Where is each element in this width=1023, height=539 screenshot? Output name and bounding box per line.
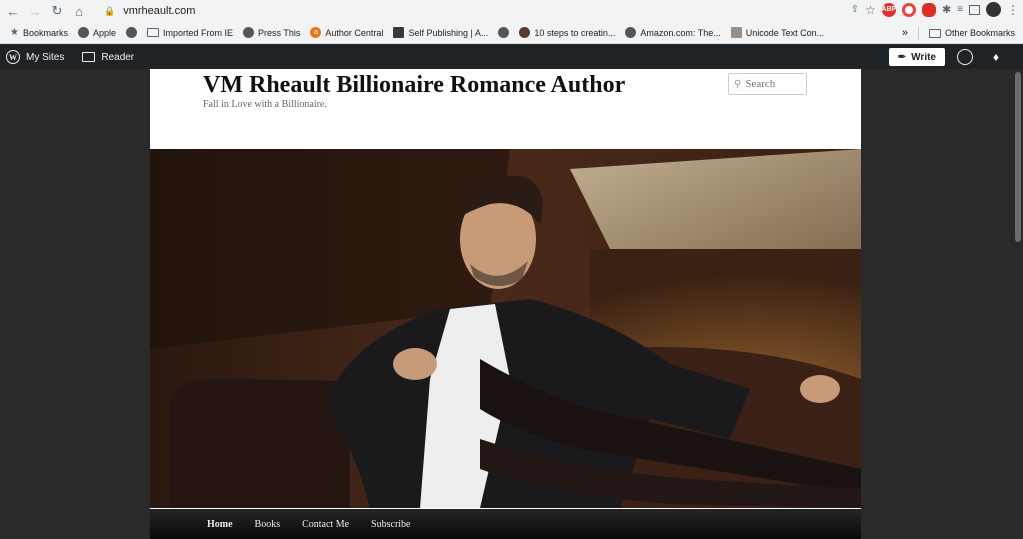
- self-publishing-icon: [393, 27, 405, 38]
- bookmark-imported-from-ie[interactable]: Imported From IE: [147, 28, 233, 38]
- globe-icon: [625, 27, 637, 38]
- bookmark-author-central[interactable]: a Author Central: [310, 27, 383, 38]
- share-icon[interactable]: ⇧: [851, 4, 859, 15]
- bookmarks-bar: ★ Bookmarks Apple Imported From IE Press …: [0, 22, 1023, 44]
- divider: [917, 26, 919, 40]
- puzzle-icon[interactable]: ✱: [942, 3, 951, 16]
- feather-icon: ✒: [897, 51, 907, 63]
- back-arrow-icon[interactable]: ←: [2, 0, 24, 22]
- folder-icon: [928, 28, 941, 38]
- reader-button[interactable]: Reader: [82, 52, 134, 63]
- globe-icon: [126, 27, 138, 38]
- search-box[interactable]: ⚲: [728, 73, 807, 95]
- extension-shield-icon[interactable]: [921, 2, 936, 17]
- my-sites-button[interactable]: W My Sites: [6, 50, 64, 64]
- bookmark-unicode[interactable]: Unicode Text Con...: [730, 27, 824, 38]
- steps-icon: [519, 27, 531, 38]
- profile-avatar[interactable]: [986, 2, 1001, 17]
- header-photo: [150, 149, 861, 508]
- bookmark-bookmarks[interactable]: ★ Bookmarks: [10, 27, 68, 38]
- bookmark-globe-2[interactable]: [498, 27, 510, 38]
- bookmark-10-steps[interactable]: 10 steps to creatin...: [519, 27, 615, 38]
- nav-home[interactable]: Home: [207, 519, 233, 530]
- folder-icon: [147, 28, 160, 37]
- bookmarks-right: » Other Bookmarks: [902, 22, 1015, 44]
- site-title[interactable]: VM Rheault Billionaire Romance Author: [203, 72, 625, 99]
- notifications-bell-icon[interactable]: ♦: [993, 50, 999, 64]
- author-central-icon: a: [310, 27, 322, 38]
- wp-profile-avatar[interactable]: [957, 49, 973, 65]
- reload-icon[interactable]: ↻: [46, 0, 68, 22]
- address-bar[interactable]: 🔒 vmrheault.com: [104, 2, 195, 20]
- site-page: VM Rheault Billionaire Romance Author Fa…: [150, 69, 861, 539]
- bookmark-globe[interactable]: [126, 27, 138, 38]
- side-panel-icon[interactable]: [969, 4, 980, 15]
- star-icon: ★: [10, 27, 19, 38]
- forward-arrow-icon[interactable]: →: [24, 0, 46, 22]
- lock-icon: 🔒: [104, 5, 116, 16]
- url-text: vmrheault.com: [123, 5, 196, 17]
- wp-admin-bar: W My Sites Reader ✒ Write ♦: [0, 45, 1023, 69]
- reader-icon: [82, 52, 96, 62]
- nav-contact-me[interactable]: Contact Me: [302, 519, 349, 530]
- bookmarks-overflow-button[interactable]: »: [902, 27, 908, 39]
- extension-ring-icon[interactable]: [901, 2, 916, 17]
- browser-actions: ⇧ ☆ ABP ✱ ≡ ⋮: [851, 2, 1019, 17]
- bookmark-amazon[interactable]: Amazon.com: The...: [625, 27, 721, 38]
- search-input[interactable]: [745, 78, 800, 90]
- scrollbar-thumb[interactable]: [1015, 72, 1021, 242]
- adblock-icon[interactable]: ABP: [882, 2, 896, 17]
- header-image: [150, 149, 861, 508]
- globe-icon: [77, 27, 89, 38]
- globe-icon: [243, 27, 255, 38]
- nav-subscribe[interactable]: Subscribe: [371, 519, 410, 530]
- bookmark-press-this[interactable]: Press This: [243, 27, 300, 38]
- write-button[interactable]: ✒ Write: [888, 48, 945, 66]
- browser-toolbar: ← → ↻ ⌂ 🔒 vmrheault.com ⇧ ☆ ABP ✱ ≡ ⋮: [0, 0, 1023, 22]
- nav-books[interactable]: Books: [255, 519, 281, 530]
- kebab-menu-icon[interactable]: ⋮: [1007, 3, 1019, 17]
- bookmark-self-publishing[interactable]: Self Publishing | A...: [393, 27, 488, 38]
- globe-icon: [498, 27, 510, 38]
- reading-list-icon[interactable]: ≡: [957, 4, 963, 15]
- site-tagline: Fall in Love with a Billionaire.: [203, 99, 327, 110]
- page-scrollbar[interactable]: [1013, 69, 1023, 539]
- other-bookmarks[interactable]: Other Bookmarks: [928, 28, 1015, 38]
- wordpress-logo-icon: W: [6, 50, 20, 64]
- main-navigation: Home Books Contact Me Subscribe: [150, 509, 861, 539]
- home-icon[interactable]: ⌂: [68, 0, 90, 22]
- bookmark-apple[interactable]: Apple: [77, 27, 116, 38]
- search-icon: ⚲: [734, 78, 742, 90]
- bookmark-star-icon[interactable]: ☆: [865, 3, 876, 17]
- unicode-icon: [730, 27, 742, 38]
